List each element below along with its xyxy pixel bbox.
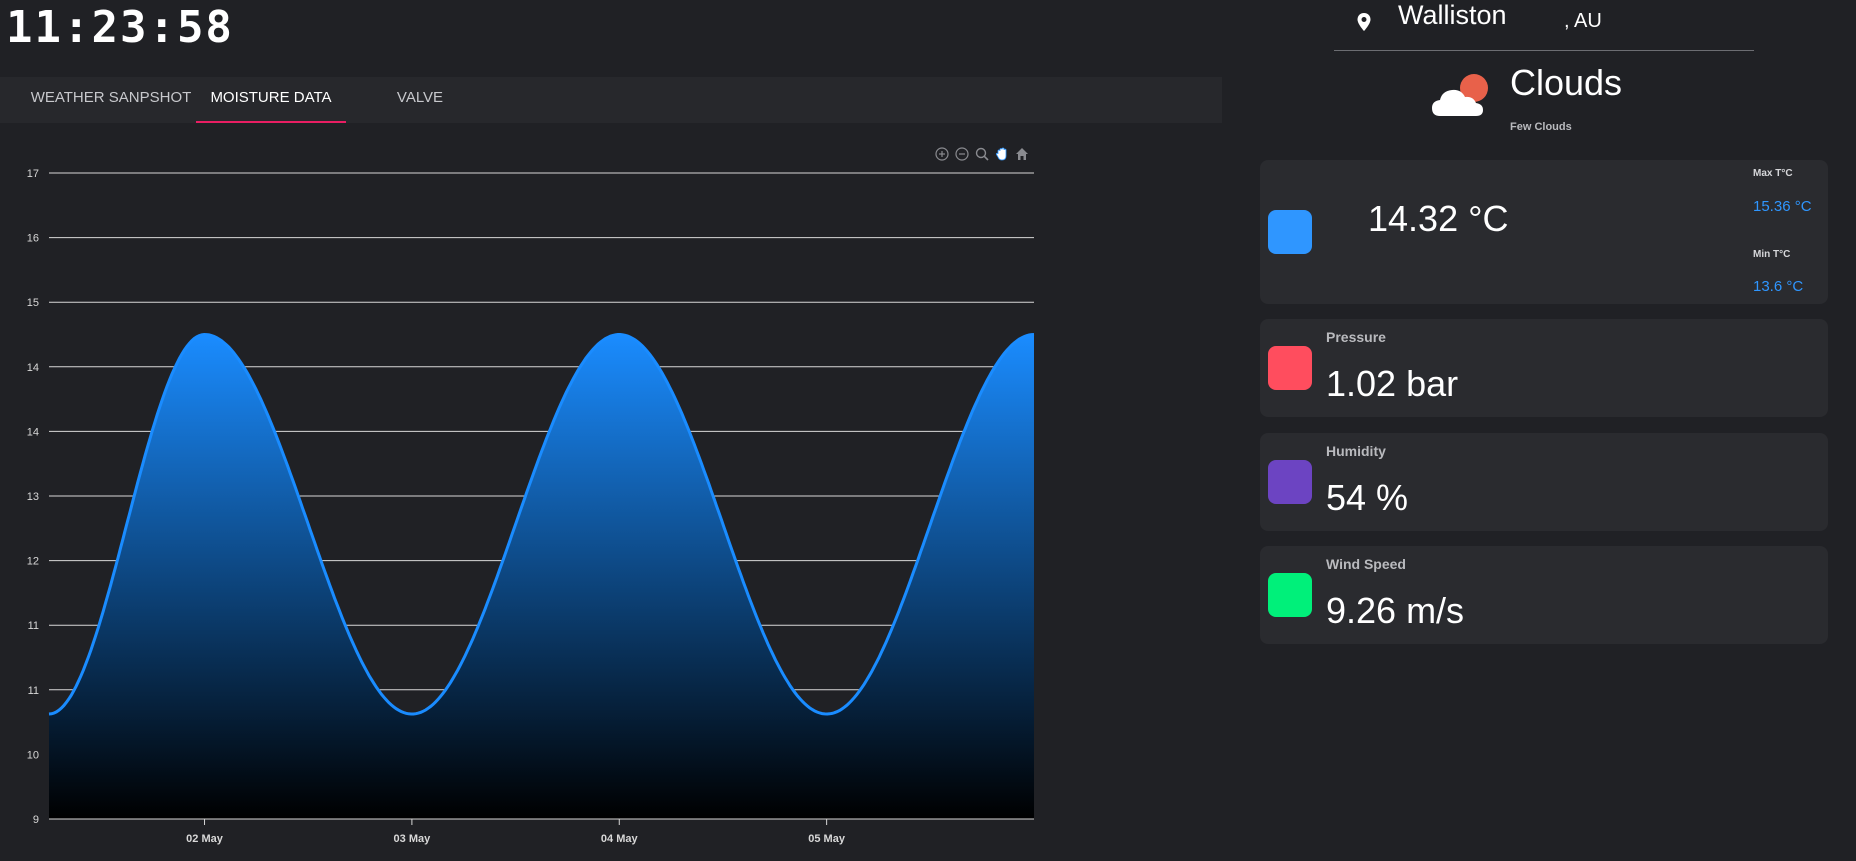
- max-temp-label: Max T°C: [1753, 168, 1793, 179]
- condition-description: Few Clouds: [1510, 121, 1572, 133]
- pressure-card: Pressure 1.02 bar: [1260, 319, 1828, 417]
- pan-hand-icon[interactable]: [994, 146, 1010, 162]
- tab-bar: WEATHER SANPSHOT MOISTURE DATA VALVE: [0, 77, 1222, 123]
- wind-swatch: [1268, 573, 1312, 617]
- y-tick-label: 14: [27, 362, 39, 374]
- area-fill: [49, 334, 1034, 819]
- cloud-sun-icon: [1430, 72, 1494, 125]
- zoom-out-icon[interactable]: [954, 146, 970, 162]
- y-tick-label: 12: [27, 556, 39, 568]
- weather-condition: Clouds Few Clouds: [1430, 58, 1730, 138]
- x-tick-label: 02 May: [186, 833, 224, 845]
- condition-main: Clouds: [1510, 62, 1623, 103]
- wind-label: Wind Speed: [1326, 556, 1406, 572]
- wind-card: Wind Speed 9.26 m/s: [1260, 546, 1828, 644]
- wind-value: 9.26 m/s: [1326, 590, 1465, 631]
- y-tick-label: 17: [27, 168, 39, 180]
- y-tick-label: 13: [27, 491, 39, 503]
- y-tick-label: 11: [28, 685, 39, 697]
- y-tick-label: 16: [27, 233, 39, 245]
- home-icon[interactable]: [1014, 146, 1030, 162]
- humidity-swatch: [1268, 460, 1312, 504]
- temperature-swatch: [1268, 210, 1312, 254]
- country-code: , AU: [1564, 10, 1602, 32]
- pressure-value: 1.02 bar: [1326, 363, 1459, 404]
- min-temp-label: Min T°C: [1753, 249, 1791, 260]
- tab-valve[interactable]: VALVE: [346, 77, 494, 123]
- moisture-chart: 17 16 15 14 14 13 12 11 11 10 9 02 May 03 May 04 May 0…: [0, 140, 1060, 856]
- max-temp-value: 15.36 °C: [1753, 198, 1812, 215]
- y-tick-label: 15: [27, 297, 39, 309]
- y-tick-label: 11: [28, 620, 39, 632]
- y-tick-label: 10: [27, 749, 39, 761]
- tab-weather-snapshot[interactable]: WEATHER SANPSHOT: [26, 77, 196, 123]
- y-tick-label: 14: [27, 426, 39, 438]
- temperature-card: 14.32 °C Max T°C 15.36 °C Min T°C 13.6 °…: [1260, 160, 1828, 304]
- x-tick-label: 05 May: [808, 833, 846, 845]
- moisture-chart-svg: 17 16 15 14 14 13 12 11 11 10 9 02 May 03 May 04 May 0…: [27, 168, 1035, 845]
- magnifier-icon[interactable]: [974, 146, 990, 162]
- location-pin-icon: [1356, 12, 1372, 37]
- location-header: Walliston , AU: [1334, 0, 1754, 51]
- x-tick-label: 04 May: [601, 833, 639, 845]
- humidity-label: Humidity: [1326, 443, 1386, 459]
- temperature-value: 14.32 °C: [1368, 198, 1509, 239]
- tab-moisture-data[interactable]: MOISTURE DATA: [196, 77, 346, 123]
- zoom-in-icon[interactable]: [934, 146, 950, 162]
- chart-toolbar: [934, 146, 1030, 162]
- x-tick-label: 03 May: [394, 833, 432, 845]
- min-temp-value: 13.6 °C: [1753, 278, 1804, 295]
- pressure-swatch: [1268, 346, 1312, 390]
- humidity-card: Humidity 54 %: [1260, 433, 1828, 531]
- clock: 11:23:58: [6, 2, 234, 53]
- pressure-label: Pressure: [1326, 329, 1386, 345]
- y-tick-label: 9: [33, 814, 39, 826]
- humidity-value: 54 %: [1326, 477, 1409, 518]
- city-name: Walliston: [1398, 0, 1507, 30]
